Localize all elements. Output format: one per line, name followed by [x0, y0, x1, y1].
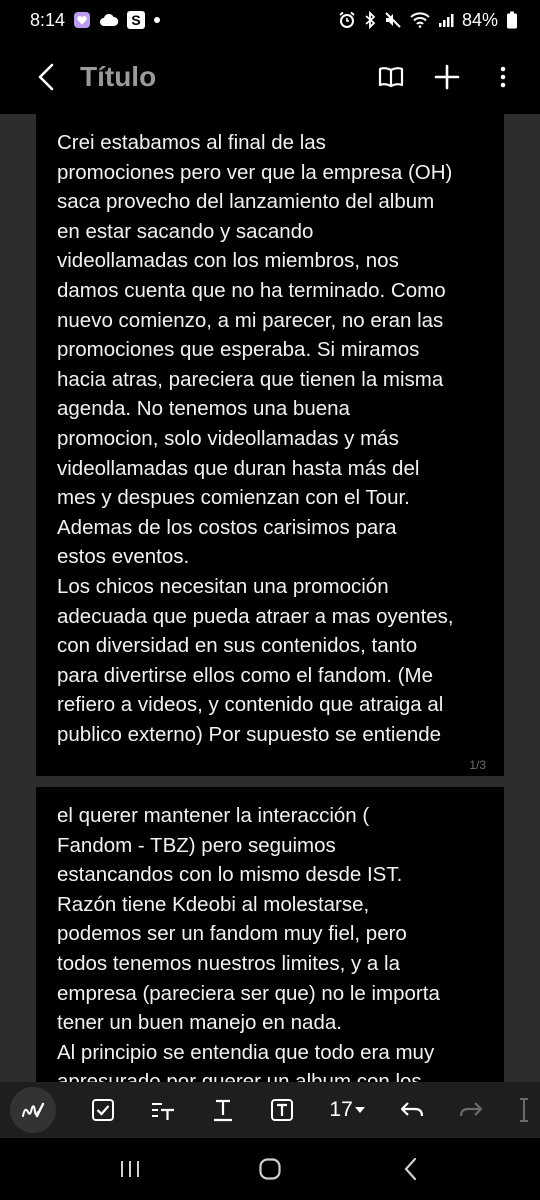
- caret-down-icon: [354, 1107, 365, 1113]
- handwriting-pen-button[interactable]: [10, 1087, 56, 1133]
- note-title[interactable]: Título: [80, 61, 376, 93]
- checkbox-icon: [92, 1099, 115, 1121]
- undo-icon: [400, 1102, 423, 1117]
- page-number: 1/3: [469, 758, 486, 772]
- status-bar: 8:14 S 84%: [0, 0, 540, 40]
- text-style-button[interactable]: [150, 1088, 176, 1132]
- recent-apps-icon: [121, 1161, 139, 1177]
- page-2-text[interactable]: el querer mantener la interacción ( Fand…: [57, 801, 484, 1082]
- text-cursor-icon: [519, 1098, 528, 1122]
- s-app-icon: S: [127, 11, 146, 29]
- note-canvas[interactable]: Crei estabamos al final de las promocion…: [0, 114, 540, 1082]
- wifi-icon: [410, 12, 430, 28]
- more-options-button[interactable]: [488, 62, 518, 92]
- text-style-icon: [152, 1103, 175, 1120]
- book-icon: [378, 67, 404, 88]
- battery-percent: 84%: [461, 9, 498, 30]
- system-navigation-bar: [0, 1138, 540, 1200]
- signal-icon: [438, 12, 454, 28]
- status-time: 8:14: [30, 9, 66, 30]
- home-icon: [259, 1158, 281, 1180]
- bluetooth-icon: [364, 11, 376, 29]
- undo-button[interactable]: [400, 1088, 424, 1132]
- battery-icon: [506, 11, 518, 29]
- add-page-button[interactable]: [432, 62, 462, 92]
- mute-icon: [384, 11, 402, 29]
- editing-toolbar: 17: [0, 1082, 540, 1138]
- note-page-2[interactable]: el querer mantener la interacción ( Fand…: [36, 787, 504, 1082]
- text-box-icon: [271, 1099, 294, 1121]
- handwriting-icon: [22, 1102, 45, 1118]
- cloud-icon: [99, 13, 119, 27]
- redo-icon: [459, 1102, 483, 1117]
- back-nav-button[interactable]: [390, 1149, 430, 1189]
- plus-icon: [434, 64, 460, 90]
- more-vertical-icon: [500, 66, 506, 88]
- chevron-left-icon: [38, 63, 54, 91]
- text-cursor-button[interactable]: [518, 1088, 530, 1132]
- app-bar: Título: [0, 40, 540, 114]
- text-format-button[interactable]: [211, 1088, 235, 1132]
- text-underline-icon: [214, 1099, 233, 1122]
- reading-mode-button[interactable]: [376, 62, 406, 92]
- redo-button[interactable]: [459, 1088, 483, 1132]
- heart-notification-icon: [73, 11, 91, 29]
- more-notifications-dot-icon: [153, 16, 161, 24]
- font-size-value: 17: [329, 1098, 353, 1121]
- home-button[interactable]: [250, 1149, 290, 1189]
- back-nav-icon: [404, 1157, 417, 1181]
- checkbox-button[interactable]: [91, 1088, 115, 1132]
- font-size-dropdown[interactable]: 17: [329, 1088, 365, 1132]
- note-page-1[interactable]: Crei estabamos al final de las promocion…: [36, 114, 504, 776]
- recent-apps-button[interactable]: [110, 1149, 150, 1189]
- alarm-icon: [338, 11, 356, 29]
- back-button[interactable]: [30, 61, 62, 93]
- text-box-button[interactable]: [270, 1088, 294, 1132]
- page-1-text[interactable]: Crei estabamos al final de las promocion…: [57, 128, 484, 749]
